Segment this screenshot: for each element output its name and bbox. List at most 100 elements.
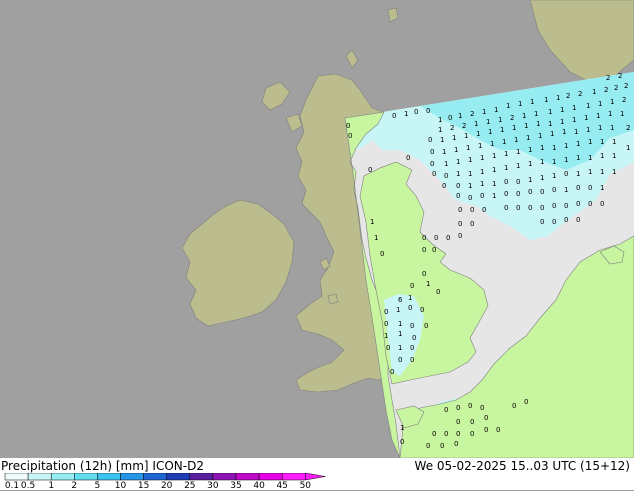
svg-text:0: 0 [504,190,508,198]
svg-text:1: 1 [584,114,588,122]
svg-text:0: 0 [414,108,418,116]
svg-text:0: 0 [392,112,396,120]
svg-text:0: 0 [426,442,430,450]
svg-text:1: 1 [480,180,484,188]
svg-text:0: 0 [398,356,402,364]
svg-text:1: 1 [408,294,412,302]
svg-text:1: 1 [502,138,506,146]
svg-text:0: 0 [458,232,462,240]
svg-text:6: 6 [398,296,403,304]
svg-text:1: 1 [466,144,470,152]
svg-text:0: 0 [528,188,532,196]
svg-text:1: 1 [552,144,556,152]
svg-text:1: 1 [468,156,472,164]
svg-text:2: 2 [618,72,622,80]
svg-text:1: 1 [438,126,442,134]
svg-text:1: 1 [384,332,388,340]
svg-text:1: 1 [612,168,616,176]
svg-text:2: 2 [606,74,610,82]
svg-text:1: 1 [464,132,468,140]
svg-text:0: 0 [482,206,486,214]
svg-text:1: 1 [456,158,460,166]
svg-text:0: 0 [564,202,568,210]
svg-text:0: 0 [442,182,446,190]
svg-text:0: 0 [348,132,352,140]
svg-text:0: 0 [456,182,460,190]
svg-text:0: 0 [480,404,484,412]
colorbar-swatch [4,473,29,481]
svg-text:0: 0 [410,356,414,364]
svg-text:0: 0 [480,192,484,200]
svg-text:0: 0 [552,218,556,226]
svg-text:1: 1 [396,306,400,314]
svg-text:0: 0 [422,270,426,278]
svg-text:1: 1 [534,110,538,118]
svg-text:1: 1 [442,148,446,156]
svg-text:0: 0 [410,282,414,290]
svg-text:0: 0 [346,122,350,130]
svg-text:1: 1 [556,94,560,102]
svg-text:1: 1 [452,134,456,142]
svg-text:0: 0 [420,306,424,314]
svg-text:1: 1 [620,110,624,118]
svg-text:1: 1 [592,88,596,96]
svg-text:1: 1 [444,160,448,168]
svg-text:0: 0 [422,234,426,242]
colorbar-extend-arrow [305,473,326,481]
svg-text:2: 2 [470,110,474,118]
svg-text:1: 1 [474,120,478,128]
svg-text:1: 1 [576,170,580,178]
svg-text:0: 0 [504,204,508,212]
svg-text:0: 0 [432,430,436,438]
colorbar-swatch [281,473,306,481]
svg-text:1: 1 [586,102,590,110]
svg-text:0: 0 [390,368,394,376]
svg-text:1: 1 [576,154,580,162]
svg-text:0: 0 [496,426,500,434]
svg-text:1: 1 [492,192,496,200]
svg-text:1: 1 [598,100,602,108]
svg-text:0: 0 [410,322,414,330]
svg-text:1: 1 [514,136,518,144]
colorbar-swatch [97,473,121,481]
svg-text:1: 1 [544,96,548,104]
svg-text:1: 1 [516,162,520,170]
svg-text:0: 0 [386,344,390,352]
svg-text:1: 1 [574,128,578,136]
svg-text:1: 1 [528,176,532,184]
svg-text:1: 1 [572,116,576,124]
svg-text:0: 0 [468,194,472,202]
svg-text:0: 0 [524,398,528,406]
svg-text:1: 1 [480,154,484,162]
svg-text:0: 0 [588,200,592,208]
svg-text:0: 0 [458,206,462,214]
svg-text:0: 0 [484,426,488,434]
svg-text:1: 1 [588,168,592,176]
svg-text:0: 0 [368,166,372,174]
svg-text:1: 1 [478,142,482,150]
svg-text:1: 1 [600,152,604,160]
svg-text:0: 0 [600,200,604,208]
colorbar-swatch [258,473,283,481]
svg-text:0: 0 [552,202,556,210]
svg-text:2: 2 [566,92,570,100]
svg-text:0: 0 [432,246,436,254]
svg-text:0: 0 [432,170,436,178]
svg-text:0: 0 [564,216,568,224]
svg-text:0: 0 [516,178,520,186]
svg-text:0: 0 [512,402,516,410]
svg-text:1: 1 [458,112,462,120]
svg-text:1: 1 [456,170,460,178]
svg-text:1: 1 [540,158,544,166]
svg-text:1: 1 [404,110,408,118]
svg-text:1: 1 [506,102,510,110]
svg-text:0: 0 [456,192,460,200]
svg-text:1: 1 [486,118,490,126]
svg-text:1: 1 [564,186,568,194]
svg-text:1: 1 [600,184,604,192]
svg-text:1: 1 [610,124,614,132]
svg-text:0: 0 [576,184,580,192]
svg-text:2: 2 [450,124,454,132]
svg-text:1: 1 [398,344,402,352]
svg-text:1: 1 [494,106,498,114]
